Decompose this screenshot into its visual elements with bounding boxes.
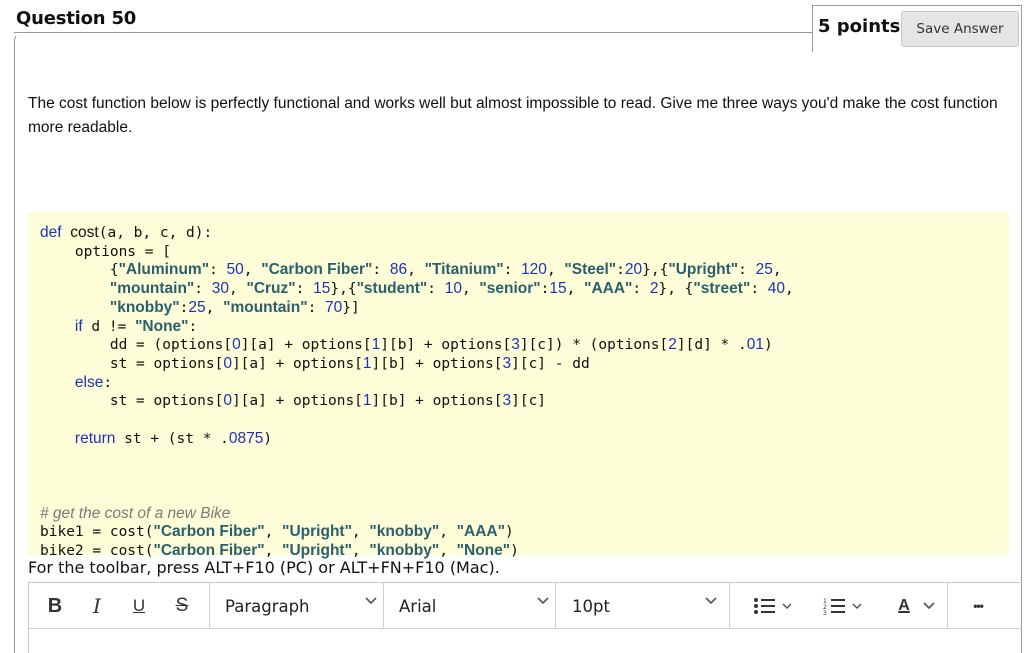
chevron-down-icon — [365, 597, 377, 607]
code-block: def cost(a, b, c, d): options = [ {"Alum… — [28, 212, 1009, 559]
code-line: bike1 = cost("Carbon Fiber", "Upright", … — [40, 523, 514, 541]
toolbar-divider — [729, 583, 730, 629]
bullet-list-icon — [754, 598, 792, 614]
underline-icon[interactable]: U — [127, 583, 151, 629]
chevron-down-icon[interactable] — [919, 583, 939, 629]
editor-toolbar: B I U S Paragraph Arial 10pt 1 2 3 A ••• — [29, 583, 1022, 629]
italic-icon[interactable]: I — [85, 583, 109, 629]
code-line: # get the cost of a new Bike — [40, 504, 231, 522]
toolbar-divider — [947, 583, 948, 629]
code-line: dd = (options[0][a] + options[1][b] + op… — [40, 336, 773, 354]
toolbar-divider — [383, 583, 384, 629]
code-line: options = [ — [40, 243, 171, 260]
toolbar-divider — [209, 583, 210, 629]
paragraph-select[interactable]: Paragraph — [225, 583, 387, 629]
chevron-down-icon — [705, 597, 717, 607]
code-line: if d != "None": — [74, 317, 198, 335]
code-line: "knobby":25, "mountain": 70}] — [109, 298, 360, 316]
text-color-icon[interactable]: A — [891, 583, 917, 629]
save-answer-button[interactable]: Save Answer — [901, 11, 1019, 47]
panel-right-border — [1021, 52, 1022, 653]
strikethrough-icon[interactable]: S — [169, 583, 195, 629]
code-line: else: — [74, 373, 113, 391]
toolbar-hint: For the toolbar, press ALT+F10 (PC) or A… — [28, 558, 500, 577]
question-prompt: The cost function below is perfectly fun… — [28, 95, 998, 136]
code-line: def cost(a, b, c, d): — [40, 224, 213, 241]
font-size-value: 10pt — [572, 596, 610, 616]
code-line: st = options[0][a] + options[1][b] + opt… — [40, 392, 547, 410]
points-label: 5 points — [818, 16, 901, 37]
numbered-list-button[interactable]: 1 2 3 — [815, 583, 871, 629]
chevron-down-icon — [537, 597, 549, 607]
font-size-select[interactable]: 10pt — [572, 583, 722, 629]
more-icon[interactable]: ••• — [957, 583, 999, 629]
code-line: {"Aluminum": 50, "Carbon Fiber": 86, "Ti… — [40, 261, 782, 279]
code-line: return st + (st * .0875) — [74, 429, 273, 447]
bold-icon[interactable]: B — [41, 583, 69, 629]
paragraph-select-value: Paragraph — [225, 596, 310, 616]
question-title: Question 50 — [16, 8, 137, 29]
code-line: st = options[0][a] + options[1][b] + opt… — [40, 354, 590, 372]
bullet-list-button[interactable] — [745, 583, 801, 629]
numbered-list-icon: 1 2 3 — [823, 598, 862, 615]
header-divider — [14, 32, 814, 33]
font-family-value: Arial — [399, 596, 437, 616]
toolbar-divider — [555, 583, 556, 629]
code-listing: def cost(a, b, c, d): options = [ {"Alum… — [40, 224, 794, 561]
font-family-select[interactable]: Arial — [399, 583, 559, 629]
code-line: "mountain": 30, "Cruz": 15},{"student": … — [109, 280, 794, 298]
svg-text:3: 3 — [823, 610, 827, 615]
answer-editor: B I U S Paragraph Arial 10pt 1 2 3 A ••• — [28, 582, 1022, 653]
